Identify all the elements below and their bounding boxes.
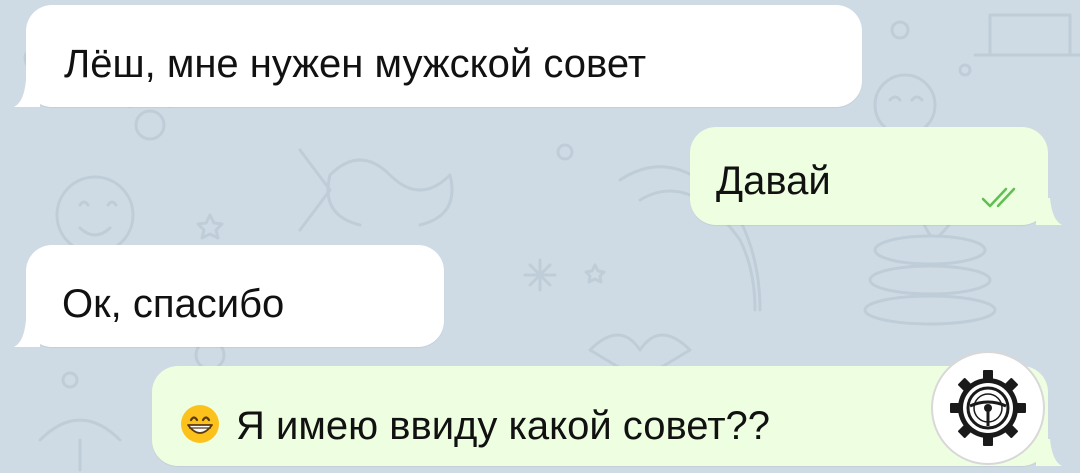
message-bubble-outgoing[interactable]: Я имею ввиду какой совет?? <box>152 366 1048 466</box>
message-text: Давай <box>716 159 831 203</box>
bubble-tail-outgoing <box>1036 198 1062 225</box>
gear-steering-wheel-logo-icon <box>931 351 1045 465</box>
bubble-tail-incoming <box>14 80 40 107</box>
bubble-tail-incoming <box>14 320 40 347</box>
message-text: Ок, спасибо <box>62 282 285 326</box>
message-text: Я имею ввиду какой совет?? <box>236 404 771 448</box>
message-bubble-outgoing[interactable]: Давай <box>690 127 1048 225</box>
message-bubble-incoming[interactable]: Ок, спасибо <box>26 245 444 347</box>
read-double-check-icon <box>981 187 1016 208</box>
message-text: Лёш, мне нужен мужской совет <box>64 42 647 86</box>
grinning-face-emoji-icon <box>181 405 219 443</box>
message-bubble-incoming[interactable]: Лёш, мне нужен мужской совет <box>26 5 862 107</box>
